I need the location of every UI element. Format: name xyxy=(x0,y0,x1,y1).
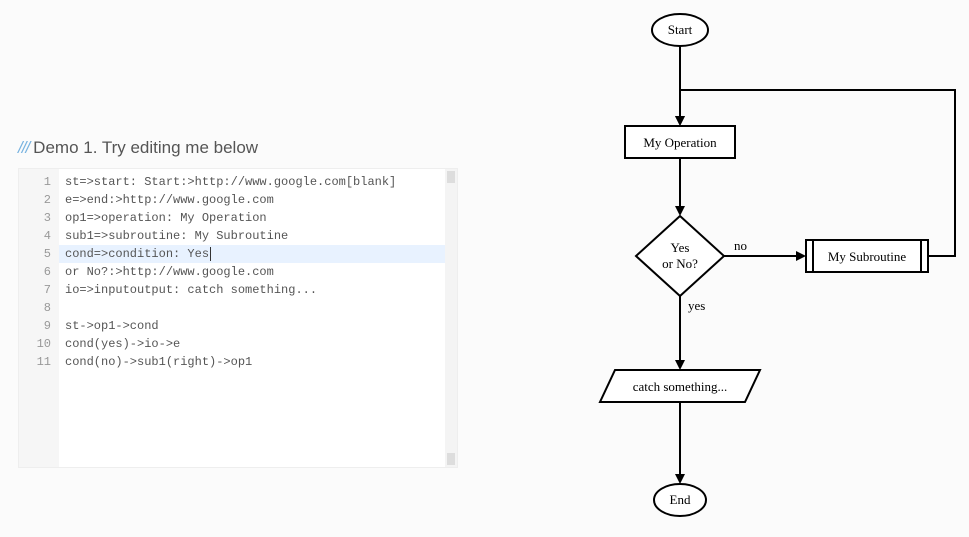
flowchart-render: Start My Operation Yes or No? no My Subr… xyxy=(480,0,969,532)
line-number: 2 xyxy=(23,191,51,209)
line-number: 10 xyxy=(23,335,51,353)
condition-label-2: or No? xyxy=(662,256,698,271)
code-line[interactable]: st=>start: Start:>http://www.google.com[… xyxy=(59,173,445,191)
cursor-icon xyxy=(210,247,211,261)
code-line[interactable]: cond(no)->sub1(right)->op1 xyxy=(59,353,445,371)
code-line[interactable]: or No?:>http://www.google.com xyxy=(59,263,445,281)
yes-label: yes xyxy=(688,298,705,313)
scroll-up-icon[interactable] xyxy=(447,171,455,183)
code-line[interactable]: sub1=>subroutine: My Subroutine xyxy=(59,227,445,245)
line-number: 8 xyxy=(23,299,51,317)
line-number: 7 xyxy=(23,281,51,299)
editor-panel: /// Demo 1. Try editing me below 12345678… xyxy=(18,138,458,468)
code-line[interactable]: st->op1->cond xyxy=(59,317,445,335)
start-label: Start xyxy=(668,22,693,37)
subroutine-label: My Subroutine xyxy=(828,249,907,264)
code-line[interactable]: cond=>condition: Yes xyxy=(59,245,445,263)
header-slashes: /// xyxy=(18,138,29,157)
scroll-down-icon[interactable] xyxy=(447,453,455,465)
scrollbar[interactable] xyxy=(445,169,457,467)
demo-header: /// Demo 1. Try editing me below xyxy=(18,138,458,158)
code-line[interactable]: e=>end:>http://www.google.com xyxy=(59,191,445,209)
line-number: 5 xyxy=(23,245,51,263)
code-editor[interactable]: 1234567891011 st=>start: Start:>http://w… xyxy=(18,168,458,468)
line-number: 11 xyxy=(23,353,51,371)
line-gutter: 1234567891011 xyxy=(19,169,59,467)
code-line[interactable]: io=>inputoutput: catch something... xyxy=(59,281,445,299)
line-number: 4 xyxy=(23,227,51,245)
operation-label: My Operation xyxy=(643,135,717,150)
line-number: 6 xyxy=(23,263,51,281)
no-label: no xyxy=(734,238,747,253)
code-line[interactable]: cond(yes)->io->e xyxy=(59,335,445,353)
end-label: End xyxy=(670,492,691,507)
code-area[interactable]: st=>start: Start:>http://www.google.com[… xyxy=(59,169,445,467)
line-number: 3 xyxy=(23,209,51,227)
code-line[interactable] xyxy=(59,299,445,317)
line-number: 1 xyxy=(23,173,51,191)
code-line[interactable]: op1=>operation: My Operation xyxy=(59,209,445,227)
condition-label-1: Yes xyxy=(671,240,690,255)
line-number: 9 xyxy=(23,317,51,335)
io-label: catch something... xyxy=(633,379,728,394)
header-title: Demo 1. Try editing me below xyxy=(33,138,258,157)
